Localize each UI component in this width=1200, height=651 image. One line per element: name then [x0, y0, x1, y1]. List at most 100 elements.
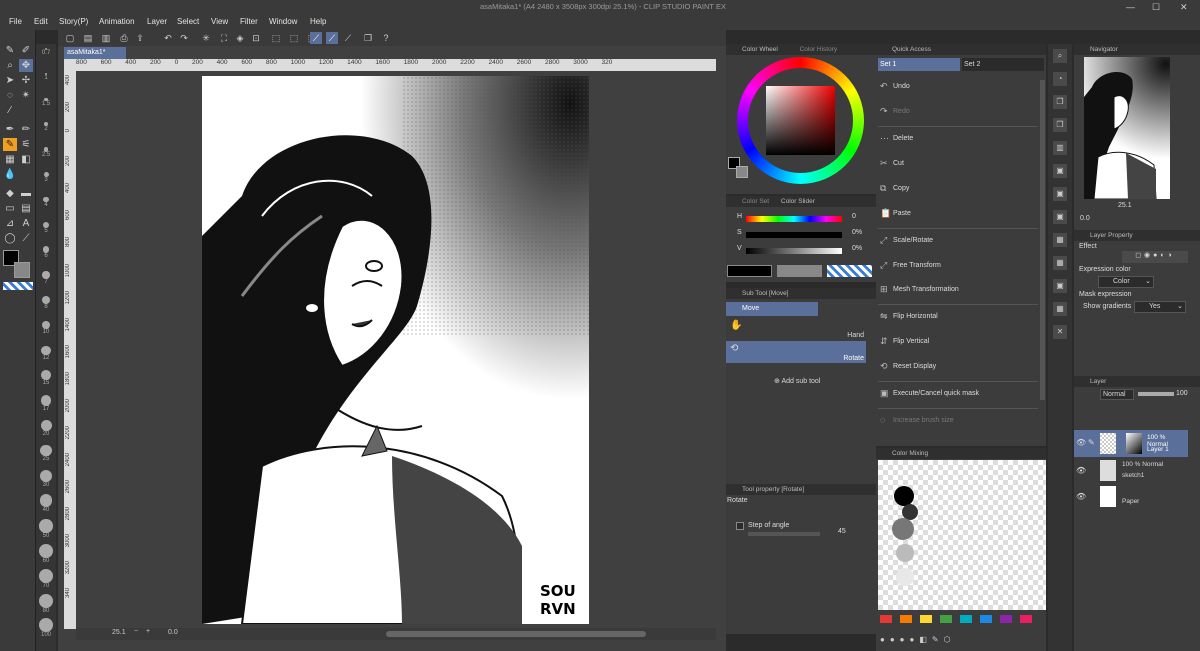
opacity-slider[interactable] [1138, 392, 1174, 396]
snap-special-ruler-icon[interactable]: ⟋ [310, 32, 322, 44]
color-mixing-canvas[interactable] [878, 460, 1046, 610]
slider-main-color[interactable] [727, 265, 772, 277]
brush-size-1.5[interactable]: 1.5 [38, 97, 54, 107]
palette-swatch[interactable] [980, 615, 992, 623]
move-tool-icon[interactable]: ✥ [19, 59, 33, 72]
wheel-sub-color[interactable] [736, 166, 748, 178]
zoom-in-button[interactable]: + [146, 628, 150, 635]
brush-size-80[interactable]: 80 [38, 593, 54, 614]
pen-icon[interactable]: ✒ [3, 123, 17, 136]
value-slider[interactable] [746, 248, 842, 254]
layer-row-paper[interactable]: 👁 Paper [1074, 484, 1188, 508]
show-gradients-dropdown[interactable]: Yes ⌄ [1134, 301, 1186, 313]
help-icon[interactable]: ? [380, 32, 392, 44]
lasso-tool-icon[interactable]: ◌ [3, 89, 17, 102]
zoom-out-button[interactable]: − [134, 628, 138, 635]
saturation-slider[interactable] [746, 232, 842, 238]
brush-size-40[interactable]: 40 [38, 494, 54, 513]
palette-swatch[interactable] [960, 615, 972, 623]
brush-tool-icon[interactable]: ✎ [3, 138, 17, 151]
brush-size-8[interactable]: 8 [38, 296, 54, 310]
brush-size-17[interactable]: 17 [38, 395, 54, 412]
brush-size-2.5[interactable]: 2.5 [38, 147, 54, 158]
menu-animation[interactable]: Animation [99, 17, 135, 26]
zoom-value[interactable]: 25.1 [112, 629, 126, 636]
palette-swatch[interactable] [1020, 615, 1032, 623]
quick-access-set-2[interactable]: Set 2 [962, 58, 1044, 71]
clip-studio-icon[interactable]: ❐ [362, 32, 374, 44]
brush-size-60[interactable]: 60 [38, 544, 54, 564]
slider-transparent-color[interactable] [827, 265, 872, 277]
brush-size-2[interactable]: 2 [38, 122, 54, 132]
hue-slider[interactable] [746, 216, 842, 222]
redo-icon[interactable]: ↷ [178, 32, 190, 44]
rotation-value[interactable]: 0.0 [168, 629, 178, 636]
expression-color-dropdown[interactable]: Color ⌄ [1098, 276, 1154, 288]
fill-icon[interactable]: ◈ [234, 32, 246, 44]
add-sub-tool-button[interactable]: ⊕ Add sub tool [774, 377, 820, 385]
clear-outside-icon[interactable]: ⛶ [218, 32, 230, 44]
palette-swatch[interactable] [900, 615, 912, 623]
gradient-tool-icon[interactable]: ▬ [19, 187, 33, 200]
menu-file[interactable]: File [9, 17, 22, 26]
palette-swatch[interactable] [920, 615, 932, 623]
operation-tool-icon[interactable]: ➤ [3, 74, 17, 87]
text-tool-icon[interactable]: A [19, 217, 33, 230]
print-icon[interactable]: ⎙ [118, 32, 130, 44]
document-tab[interactable]: asaMitaka1* [64, 47, 126, 59]
quick-access-set-1[interactable]: Set 1 [878, 58, 960, 71]
correct-line-tool-icon[interactable]: ⟋ [19, 232, 33, 245]
color-wheel[interactable] [737, 57, 864, 184]
snap-grid-icon[interactable]: ⟋ [326, 32, 338, 44]
brush-size-30[interactable]: 30 [38, 469, 54, 488]
sub-tool-rotate[interactable]: ⟲ Rotate [726, 341, 866, 363]
layer-row-sketch1[interactable]: 👁 100 % Normal sketch1 [1074, 458, 1188, 482]
property-icon[interactable]: ▣ [1052, 186, 1068, 202]
export-icon[interactable]: ⇪ [134, 32, 146, 44]
color-set-tab[interactable]: Color Set [742, 198, 769, 205]
move-layer-icon[interactable]: ✢ [19, 74, 33, 87]
color-wheel-tab[interactable]: Color Wheel [742, 46, 778, 53]
navigator-zoom-value[interactable]: 25.1 [1118, 202, 1132, 209]
deselect-icon[interactable]: ⬚ [270, 32, 282, 44]
open-file-icon[interactable]: ▤ [82, 32, 94, 44]
opacity-value[interactable]: 100 [1176, 390, 1188, 397]
auto-select-icon[interactable]: ✴ [19, 89, 33, 102]
blend-tool-icon[interactable]: 💧 [3, 168, 17, 181]
step-angle-checkbox[interactable] [736, 522, 744, 530]
ruler-icon[interactable]: ⟋ [342, 32, 354, 44]
sub-tool-group-move[interactable]: Move [726, 302, 818, 316]
navigator-preview[interactable] [1084, 57, 1170, 199]
layer-row-layer1[interactable]: 👁 ✎ 100 % Normal Layer 1 [1074, 430, 1188, 457]
palette-swatch[interactable] [1000, 615, 1012, 623]
new-file-icon[interactable]: ▢ [64, 32, 76, 44]
palette-swatch[interactable] [940, 615, 952, 623]
clear-icon[interactable]: ✳ [200, 32, 212, 44]
eye-icon[interactable]: 👁 [1076, 466, 1086, 475]
close-button[interactable]: ✕ [1180, 2, 1188, 13]
color-slider-tab[interactable]: Color Slider [781, 198, 815, 205]
brush-size-25[interactable]: 25 [38, 444, 54, 462]
hue-value[interactable]: 0 [852, 213, 856, 220]
menu-view[interactable]: View [211, 17, 228, 26]
timeline-icon[interactable]: ▣ [1052, 278, 1068, 294]
menu-help[interactable]: Help [310, 17, 326, 26]
saturation-value-square[interactable] [766, 86, 835, 155]
transform-icon[interactable]: ⊡ [250, 32, 262, 44]
undo-icon[interactable]: ↶ [162, 32, 174, 44]
save-icon[interactable]: ▥ [100, 32, 112, 44]
minimize-button[interactable]: — [1126, 2, 1135, 12]
artwork-canvas[interactable]: SOU RVN [202, 76, 589, 624]
search-icon[interactable]: ⌕ [1052, 48, 1068, 64]
pencil-icon[interactable]: ✏ [19, 123, 33, 136]
frame-tool-icon[interactable]: ▤ [19, 202, 33, 215]
eyedropper-tool-icon[interactable]: ⁄ [3, 104, 17, 117]
invert-selection-icon[interactable]: ⬚ [288, 32, 300, 44]
step-angle-value[interactable]: 45 [838, 528, 846, 535]
history-icon[interactable]: ▦ [1052, 232, 1068, 248]
eye-icon[interactable]: 👁 [1076, 492, 1086, 501]
airbrush-tool-icon[interactable]: ⚟ [19, 138, 33, 151]
blend-mode-dropdown[interactable]: Normal [1100, 389, 1134, 400]
sub-tool-hand[interactable]: ✋ Hand [726, 318, 866, 340]
brush-size-20[interactable]: 20 [38, 420, 54, 437]
